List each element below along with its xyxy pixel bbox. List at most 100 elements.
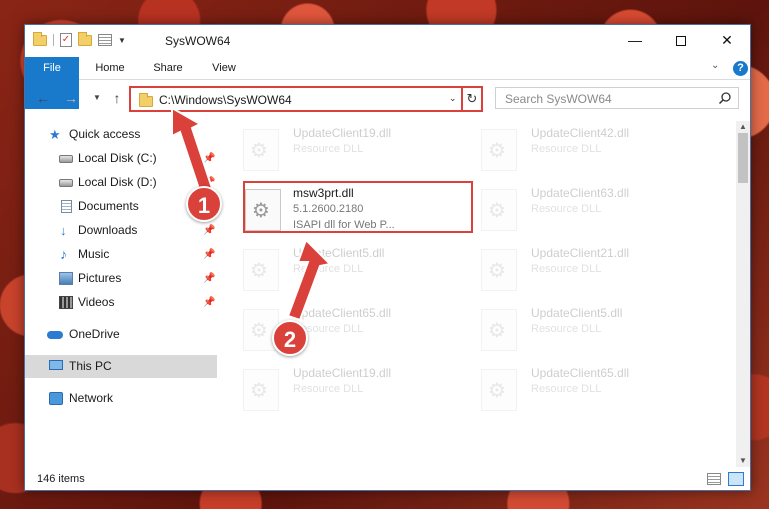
help-icon[interactable]: ? — [733, 61, 748, 76]
quick-access-toolbar: ✓ ▼ — [33, 31, 126, 47]
search-input[interactable]: Search SysWOW64 — [495, 87, 739, 109]
file-list: UpdateClient19.dll Resource DLL msw3prt.… — [221, 121, 733, 467]
tab-share[interactable]: Share — [143, 57, 193, 80]
refresh-button[interactable]: ↻ — [461, 86, 483, 112]
dll-file-icon — [481, 189, 517, 231]
sidebar-item-this-pc[interactable]: This PC — [25, 355, 217, 378]
sidebar-item-label: Videos — [78, 295, 115, 309]
sidebar-item-quick-access[interactable]: ★ Quick access — [25, 123, 217, 146]
file-description: ISAPI dll for Web P... — [293, 219, 395, 231]
cloud-icon — [47, 331, 63, 339]
file-name: UpdateClient19.dll — [293, 126, 392, 140]
pin-icon[interactable]: 📌 — [203, 267, 215, 290]
dll-file-icon — [243, 249, 279, 291]
chevron-down-icon[interactable]: ⌄ — [449, 93, 457, 104]
download-icon: ↓ — [60, 223, 67, 238]
scroll-thumb[interactable] — [738, 133, 748, 183]
pin-icon[interactable]: 📌 — [203, 219, 215, 242]
sidebar-item-label: Local Disk (D:) — [78, 175, 157, 189]
documents-icon — [61, 200, 72, 213]
sidebar-item-pictures[interactable]: Pictures 📌 — [25, 267, 217, 290]
sidebar-item-local-disk-d[interactable]: Local Disk (D:) 📌 — [25, 171, 217, 194]
sidebar-item-music[interactable]: ♪ Music 📌 — [25, 243, 217, 266]
tab-view[interactable]: View — [201, 57, 247, 80]
navigation-bar: ← → ▼ ↑ C:\Windows\SysWOW64 ⌄ ↻ Search S… — [25, 84, 750, 114]
vertical-scrollbar[interactable]: ▲ ▼ — [736, 121, 750, 467]
file-type: Resource DLL — [293, 143, 364, 155]
item-count: 146 items — [37, 473, 85, 485]
search-placeholder: Search SysWOW64 — [505, 92, 612, 106]
file-type: Resource DLL — [531, 203, 602, 215]
pc-icon — [49, 360, 63, 370]
details-view-icon[interactable] — [707, 473, 721, 485]
drive-icon — [59, 179, 73, 187]
maximize-icon — [676, 36, 686, 47]
navigation-pane: ★ Quick access Local Disk (C:) 📌 Local D… — [25, 121, 217, 465]
file-item[interactable]: UpdateClient63.dll Resource DLL — [459, 183, 689, 235]
scroll-down-icon[interactable]: ▼ — [736, 455, 750, 467]
title-bar: ✓ ▼ SysWOW64 — ✕ — [25, 25, 750, 57]
separator — [53, 34, 54, 46]
videos-icon — [59, 296, 73, 309]
file-version: 5.1.2600.2180 — [293, 203, 364, 215]
file-name: UpdateClient5.dll — [293, 246, 385, 260]
sidebar-item-label: Music — [78, 247, 110, 261]
new-folder-icon[interactable] — [78, 31, 92, 46]
folder-icon — [139, 93, 153, 107]
properties-check-icon[interactable]: ✓ — [60, 33, 72, 47]
file-type: Resource DLL — [531, 143, 602, 155]
file-name: UpdateClient19.dll — [293, 366, 392, 380]
chevron-down-icon[interactable]: ▼ — [118, 36, 126, 45]
file-name: UpdateClient65.dll — [531, 366, 630, 380]
recent-locations-button[interactable]: ▼ — [87, 88, 107, 108]
explorer-window: ✓ ▼ SysWOW64 — ✕ File Home Share View ⌄ … — [24, 24, 751, 491]
list-properties-icon[interactable] — [98, 34, 112, 46]
sidebar-item-label: OneDrive — [69, 327, 120, 341]
sidebar-item-label: Downloads — [78, 223, 138, 237]
sidebar-item-label: Pictures — [78, 271, 122, 285]
sidebar-item-network[interactable]: Network — [25, 387, 217, 410]
sidebar-item-label: Network — [69, 391, 114, 405]
dll-file-icon — [243, 129, 279, 171]
step-1-badge: 1 — [186, 186, 222, 222]
pin-icon[interactable]: 📌 — [203, 147, 215, 170]
back-button[interactable]: ← — [33, 88, 53, 108]
file-item[interactable]: UpdateClient5.dll Resource DLL — [459, 303, 689, 355]
expand-ribbon-icon[interactable]: ⌄ — [711, 60, 719, 71]
sidebar-item-downloads[interactable]: ↓ Downloads 📌 — [25, 219, 217, 242]
pin-icon[interactable]: 📌 — [203, 291, 215, 314]
up-button[interactable]: ↑ — [107, 88, 127, 108]
file-item[interactable]: UpdateClient21.dll Resource DLL — [459, 243, 689, 295]
tab-home[interactable]: Home — [85, 57, 135, 80]
pin-icon[interactable]: 📌 — [203, 243, 215, 266]
close-button[interactable]: ✕ — [704, 25, 750, 55]
sidebar-item-videos[interactable]: Videos 📌 — [25, 291, 217, 314]
forward-button[interactable]: → — [61, 88, 81, 108]
file-item[interactable]: UpdateClient65.dll Resource DLL — [221, 303, 451, 355]
maximize-button[interactable] — [658, 25, 704, 55]
network-icon — [49, 392, 63, 405]
sidebar-item-onedrive[interactable]: OneDrive — [25, 323, 217, 346]
address-bar[interactable]: C:\Windows\SysWOW64 ⌄ — [129, 86, 483, 112]
window-title: SysWOW64 — [165, 34, 231, 48]
file-type: Resource DLL — [531, 383, 602, 395]
dll-file-icon — [481, 369, 517, 411]
minimize-button[interactable]: — — [612, 25, 658, 55]
file-item-highlighted[interactable]: msw3prt.dll 5.1.2600.2180 ISAPI dll for … — [243, 181, 473, 233]
dll-file-icon — [243, 369, 279, 411]
file-name: UpdateClient65.dll — [293, 306, 392, 320]
scroll-up-icon[interactable]: ▲ — [736, 121, 750, 133]
file-item[interactable]: UpdateClient65.dll Resource DLL — [459, 363, 689, 415]
sidebar-item-label: Documents — [78, 199, 139, 213]
file-type: Resource DLL — [531, 263, 602, 275]
sidebar-item-local-disk-c[interactable]: Local Disk (C:) 📌 — [25, 147, 217, 170]
search-icon — [718, 92, 731, 105]
file-item[interactable]: UpdateClient19.dll Resource DLL — [221, 363, 451, 415]
file-name: UpdateClient5.dll — [531, 306, 623, 320]
file-item[interactable]: UpdateClient5.dll Resource DLL — [221, 243, 451, 295]
ribbon-tabs: File Home Share View ⌄ ? — [25, 57, 750, 109]
file-item[interactable]: UpdateClient19.dll Resource DLL — [221, 123, 451, 175]
file-item[interactable]: UpdateClient42.dll Resource DLL — [459, 123, 689, 175]
tiles-view-icon[interactable] — [728, 472, 744, 486]
music-icon: ♪ — [60, 246, 67, 262]
